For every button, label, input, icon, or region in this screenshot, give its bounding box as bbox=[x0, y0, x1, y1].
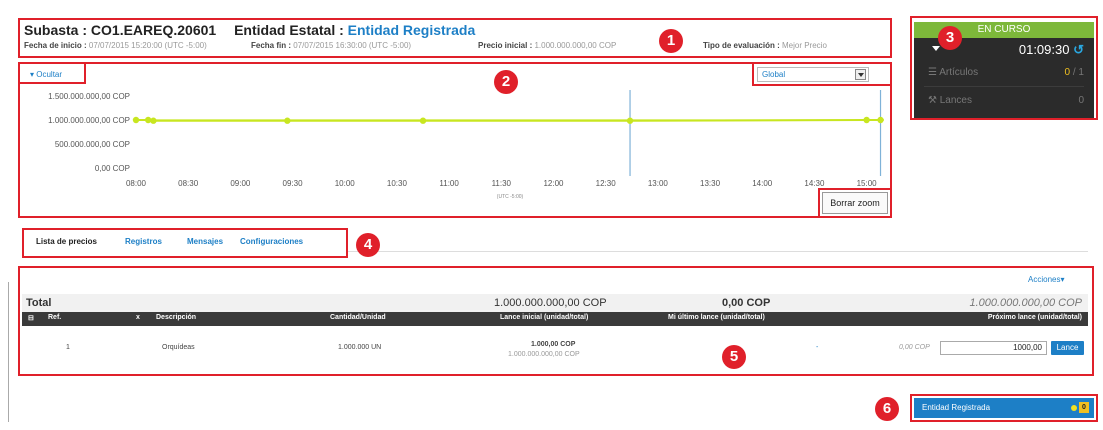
callout-badge-3: 3 bbox=[938, 26, 962, 50]
tabs-divider bbox=[348, 251, 1088, 252]
callout-badge-5: 5 bbox=[722, 345, 746, 369]
callout-box-select bbox=[752, 62, 892, 86]
callout-box-borrar bbox=[818, 188, 892, 218]
callout-badge-1: 1 bbox=[659, 29, 683, 53]
callout-box-3 bbox=[910, 16, 1098, 120]
callout-badge-2: 2 bbox=[494, 70, 518, 94]
callout-badge-4: 4 bbox=[356, 233, 380, 257]
callout-box-5 bbox=[18, 266, 1094, 376]
callout-box-6 bbox=[910, 394, 1098, 422]
callout-box-4 bbox=[22, 228, 348, 258]
callout-box-1 bbox=[18, 18, 892, 58]
callout-badge-6: 6 bbox=[875, 397, 899, 421]
left-frame-line bbox=[8, 282, 9, 422]
